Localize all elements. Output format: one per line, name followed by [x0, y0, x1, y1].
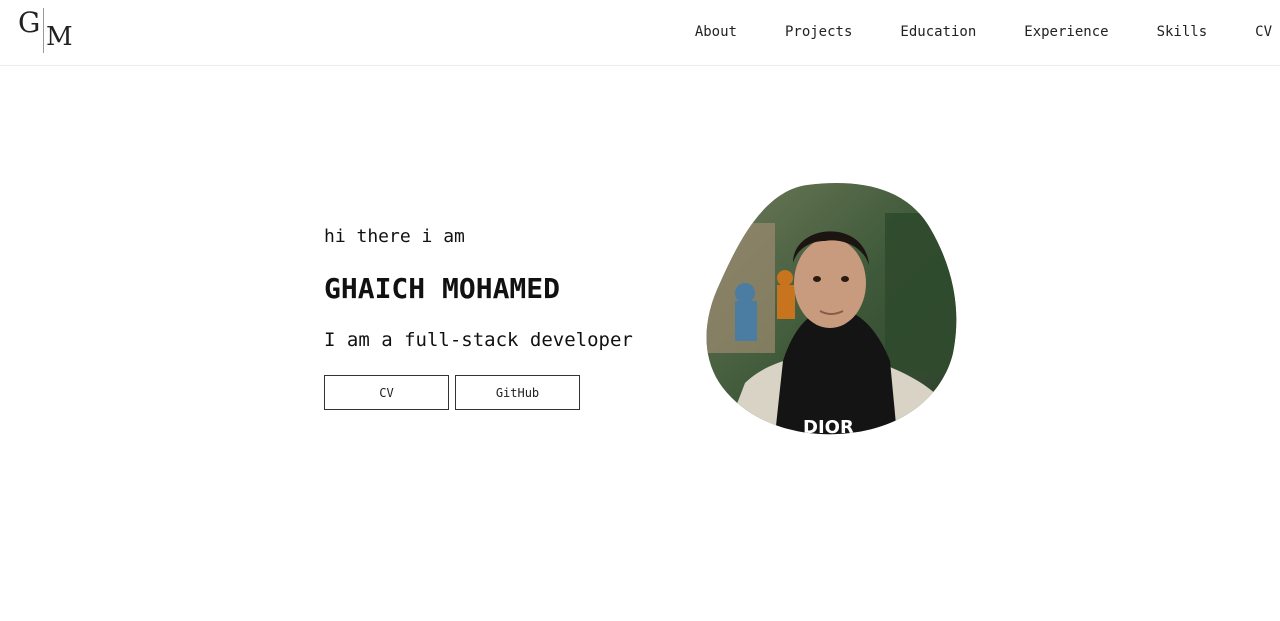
svg-text:DIOR: DIOR	[803, 417, 854, 435]
github-button[interactable]: GitHub	[455, 375, 580, 410]
nav-experience[interactable]: Experience	[1024, 22, 1108, 42]
site-header: G M About Projects Education Experience …	[0, 0, 1280, 66]
nav-education[interactable]: Education	[900, 22, 976, 42]
nav-about[interactable]: About	[695, 22, 737, 42]
logo-letter-g: G	[18, 6, 41, 39]
logo[interactable]: G M	[18, 6, 73, 54]
cv-button[interactable]: CV	[324, 375, 449, 410]
logo-letter-m: M	[46, 22, 73, 52]
nav-cv[interactable]: CV	[1255, 22, 1272, 42]
nav-projects[interactable]: Projects	[785, 22, 852, 42]
hero-name: GHAICH MOHAMED	[324, 272, 561, 305]
logo-divider	[43, 8, 44, 53]
hero-greeting: hi there i am	[324, 226, 465, 247]
nav-skills[interactable]: Skills	[1157, 22, 1208, 42]
hero-tagline: I am a full-stack developer	[324, 329, 633, 351]
profile-photo: DIOR	[706, 183, 957, 435]
main-nav: About Projects Education Experience Skil…	[647, 0, 1272, 64]
hero-buttons: CV GitHub	[324, 375, 580, 410]
